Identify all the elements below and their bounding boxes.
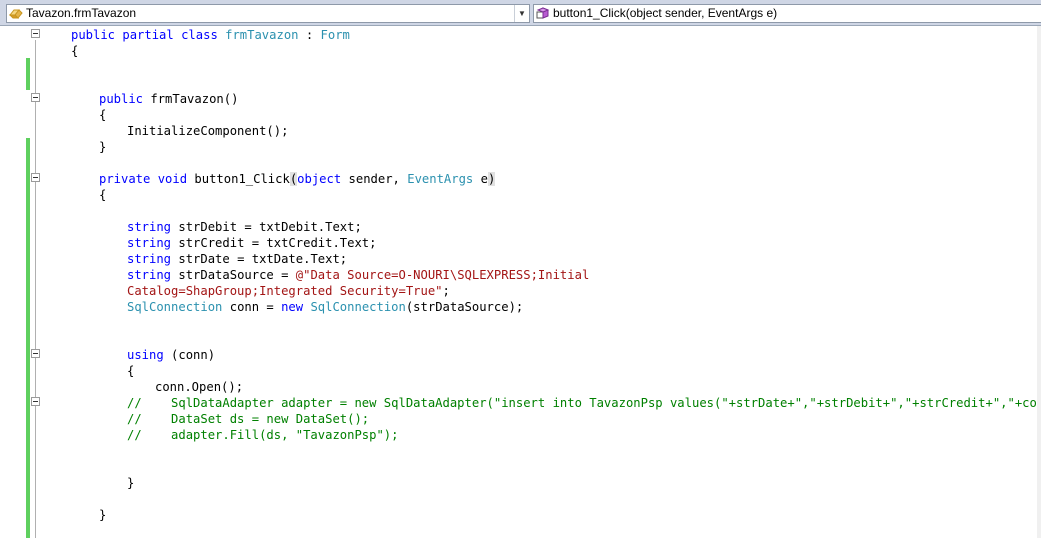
code-line: public partial class frmTavazon : Form [0,27,1041,43]
keyword: void [157,172,188,186]
code-text: { [99,108,107,122]
code-line: using (conn) [0,347,1041,363]
code-text: strDate = txtDate.Text; [171,252,348,266]
code-line: { [0,363,1041,379]
code-text: ; [442,284,450,298]
code-line: private void button1_Click(object sender… [0,171,1041,187]
comment: // DataSet ds = new DataSet(); [127,412,370,426]
keyword: class [181,28,218,42]
method-icon [536,7,550,19]
code-line: } [0,139,1041,155]
keyword: object [297,172,342,186]
navigation-bar: Tavazon.frmTavazon ▼ button1_Click(objec… [0,0,1041,26]
keyword: private [99,172,151,186]
comment: // adapter.Fill(ds, "TavazonPsp"); [127,428,399,442]
code-line: { [0,187,1041,203]
keyword: new [281,300,304,314]
type-name: SqlConnection [127,300,223,314]
code-text: e [473,172,488,186]
code-text: InitializeComponent(); [127,124,289,138]
code-line: public frmTavazon() [0,91,1041,107]
code-text: } [127,476,135,490]
code-text: conn = [222,300,282,314]
code-line: // DataSet ds = new DataSet(); [0,411,1041,427]
code-text: button1_Click [187,172,290,186]
code-text: { [127,364,135,378]
code-text: { [71,44,79,58]
code-text: : [298,28,321,42]
class-icon [9,9,23,19]
code-text: strDataSource = [171,268,296,282]
keyword: string [127,220,172,234]
code-text: strDebit = txtDebit.Text; [171,220,362,234]
code-text: strCredit = txtCredit.Text; [171,236,377,250]
type-name: frmTavazon [225,28,299,42]
code-text: (conn) [163,348,216,362]
keyword: string [127,268,172,282]
chevron-down-icon[interactable]: ▼ [514,5,529,22]
comment: // SqlDataAdapter adapter = new SqlDataA… [127,396,1037,410]
code-line: // adapter.Fill(ds, "TavazonPsp"); [0,427,1041,443]
code-line: string strDataSource = @"Data Source=O-N… [0,267,1041,283]
string-literal: Catalog=ShapGroup;Integrated Security=Tr… [127,284,443,298]
keyword: public [71,28,116,42]
brace-highlight: ) [487,172,496,186]
code-text: } [99,508,107,522]
code-line: { [0,107,1041,123]
type-name: EventArgs [407,172,474,186]
type-name: Form [320,28,350,42]
code-line: InitializeComponent(); [0,123,1041,139]
type-name: SqlConnection [310,300,406,314]
code-line: string strDate = txtDate.Text; [0,251,1041,267]
code-line: Catalog=ShapGroup;Integrated Security=Tr… [0,283,1041,299]
code-line: conn.Open(); [0,379,1041,395]
code-text: (strDataSource); [405,300,524,314]
code-text: { [99,188,107,202]
member-selector-dropdown[interactable]: button1_Click(object sender, EventArgs e… [533,4,1041,23]
keyword: partial [122,28,174,42]
code-line: } [0,475,1041,491]
code-text: sender, [341,172,408,186]
type-selector-dropdown[interactable]: Tavazon.frmTavazon ▼ [6,4,530,23]
code-line: SqlConnection conn = new SqlConnection(s… [0,299,1041,315]
code-line: string strDebit = txtDebit.Text; [0,219,1041,235]
code-text: } [99,140,107,154]
keyword: public [99,92,144,106]
type-selector-label: Tavazon.frmTavazon [26,6,137,20]
code-line: // SqlDataAdapter adapter = new SqlDataA… [0,395,1037,411]
code-text: frmTavazon() [143,92,239,106]
code-editor[interactable]: public partial class frmTavazon : Form {… [0,26,1041,538]
change-marker [26,58,30,90]
code-line: { [0,43,1041,59]
code-line: } [0,507,1041,523]
code-text: conn.Open(); [155,380,244,394]
keyword: string [127,252,172,266]
vertical-scrollbar[interactable] [1037,26,1041,538]
keyword: using [127,348,164,362]
member-selector-label: button1_Click(object sender, EventArgs e… [553,6,778,20]
keyword: string [127,236,172,250]
string-literal: @"Data Source=O-NOURI\SQLEXPRESS;Initial [295,268,590,282]
code-line: string strCredit = txtCredit.Text; [0,235,1041,251]
